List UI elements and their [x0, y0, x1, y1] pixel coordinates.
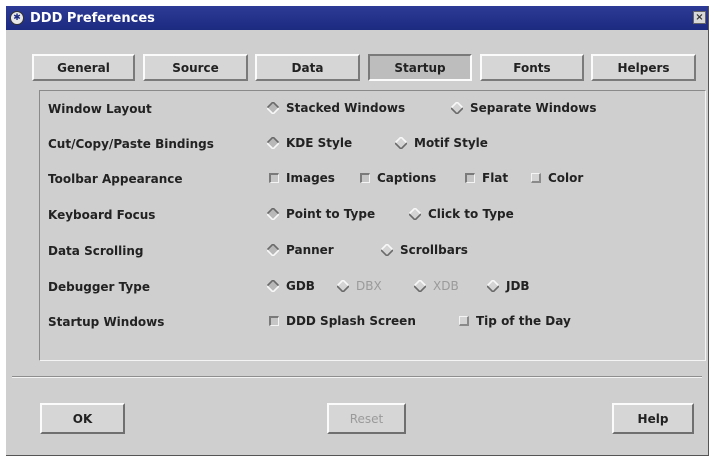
option-label: Stacked Windows: [286, 101, 406, 115]
option-label: KDE Style: [286, 136, 353, 150]
checkbox-checked-icon: [269, 316, 279, 326]
toolbar-appearance-label: Toolbar Appearance: [48, 172, 183, 186]
option-label: Captions: [377, 171, 437, 185]
radio-selected-icon: [267, 280, 279, 292]
checkbox-flat[interactable]: Flat: [465, 171, 508, 185]
option-label: XDB: [433, 279, 459, 293]
checkbox-tip-of-the-day[interactable]: Tip of the Day: [459, 314, 571, 328]
separator: [12, 376, 702, 378]
radio-unselected-icon: [487, 280, 499, 292]
radio-selected-icon: [267, 244, 279, 256]
tab-data[interactable]: Data: [255, 54, 360, 81]
keyboard-focus-label: Keyboard Focus: [48, 208, 156, 222]
radio-unselected-icon: [381, 244, 393, 256]
radio-click-to-type[interactable]: Click to Type: [409, 207, 514, 221]
option-label: Scrollbars: [400, 243, 468, 257]
checkbox-checked-icon: [360, 173, 370, 183]
option-label: DBX: [356, 279, 382, 293]
radio-point-to-type[interactable]: Point to Type: [267, 207, 375, 221]
startup-windows-label: Startup Windows: [48, 315, 165, 329]
option-label: DDD Splash Screen: [286, 314, 416, 328]
option-label: Color: [548, 171, 584, 185]
tab-general[interactable]: General: [32, 54, 135, 81]
option-label: Point to Type: [286, 207, 376, 221]
radio-selected-icon: [267, 208, 279, 220]
checkbox-ddd-splash-screen[interactable]: DDD Splash Screen: [269, 314, 416, 328]
option-label: Separate Windows: [470, 101, 597, 115]
radio-gdb[interactable]: GDB: [267, 279, 315, 293]
title-bar[interactable]: ✱ DDD Preferences ×: [6, 6, 708, 30]
checkbox-unchecked-icon: [531, 173, 541, 183]
checkbox-color[interactable]: Color: [531, 171, 583, 185]
radio-motif-style[interactable]: Motif Style: [395, 136, 488, 150]
debugger-type-label: Debugger Type: [48, 280, 150, 294]
radio-scrollbars[interactable]: Scrollbars: [381, 243, 468, 257]
option-label: Flat: [482, 171, 509, 185]
radio-unselected-icon: [414, 280, 426, 292]
data-scrolling-label: Data Scrolling: [48, 244, 144, 258]
option-label: Motif Style: [414, 136, 488, 150]
checkbox-unchecked-icon: [459, 316, 469, 326]
radio-unselected-icon: [337, 280, 349, 292]
radio-panner[interactable]: Panner: [267, 243, 334, 257]
window-layout-label: Window Layout: [48, 102, 152, 116]
radio-jdb[interactable]: JDB: [487, 279, 530, 293]
option-label: JDB: [506, 279, 530, 293]
preferences-dialog: ✱ DDD Preferences × General Source Data …: [6, 6, 709, 456]
checkbox-checked-icon: [269, 173, 279, 183]
window-title: DDD Preferences: [30, 10, 155, 26]
radio-selected-icon: [267, 137, 279, 149]
option-label: Click to Type: [428, 207, 514, 221]
checkbox-checked-icon: [465, 173, 475, 183]
help-button[interactable]: Help: [612, 403, 694, 434]
radio-dbx: DBX: [337, 279, 382, 293]
ok-button[interactable]: OK: [40, 403, 125, 434]
tab-fonts[interactable]: Fonts: [480, 54, 584, 81]
option-label: Images: [286, 171, 335, 185]
radio-kde-style[interactable]: KDE Style: [267, 136, 352, 150]
option-label: GDB: [286, 279, 315, 293]
radio-unselected-icon: [409, 208, 421, 220]
tab-helpers[interactable]: Helpers: [591, 54, 696, 81]
radio-selected-icon: [267, 102, 279, 114]
radio-stacked-windows[interactable]: Stacked Windows: [267, 101, 405, 115]
option-label: Tip of the Day: [476, 314, 571, 328]
ddd-app-icon[interactable]: ✱: [10, 11, 24, 25]
radio-unselected-icon: [395, 137, 407, 149]
checkbox-images[interactable]: Images: [269, 171, 335, 185]
tab-source[interactable]: Source: [143, 54, 248, 81]
radio-unselected-icon: [451, 102, 463, 114]
checkbox-captions[interactable]: Captions: [360, 171, 436, 185]
tab-startup[interactable]: Startup: [368, 54, 472, 81]
option-label: Panner: [286, 243, 334, 257]
radio-xdb: XDB: [414, 279, 459, 293]
close-icon[interactable]: ×: [693, 11, 706, 24]
bindings-label: Cut/Copy/Paste Bindings: [48, 137, 214, 151]
reset-button: Reset: [327, 403, 406, 434]
radio-separate-windows[interactable]: Separate Windows: [451, 101, 597, 115]
